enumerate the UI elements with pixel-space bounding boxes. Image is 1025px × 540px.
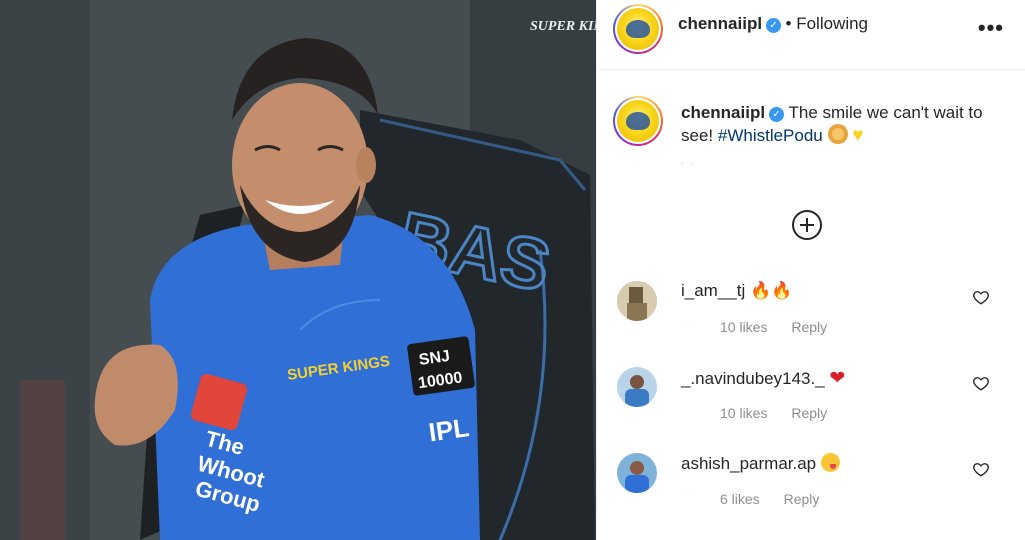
author-avatar[interactable] — [613, 4, 663, 54]
comment-likes[interactable]: 10 likes — [720, 319, 767, 335]
comment-item: ashish_parmar.ap · · 6 likes Reply — [597, 453, 1025, 539]
fire-emoji: 🔥🔥 — [750, 281, 793, 300]
load-more-comments-button[interactable] — [792, 210, 822, 240]
red-heart-emoji: ❤ — [829, 368, 846, 389]
comment-reply-button[interactable]: Reply — [791, 319, 827, 335]
comment-meta: 6 likes Reply — [720, 491, 839, 507]
comment-likes[interactable]: 6 likes — [720, 491, 760, 507]
post-photo-illustration: BAS BAS SUPER KINGS The Whoot Group SNJ — [0, 0, 596, 540]
post-caption: chennaiipl ✓ The smile we can't wait to s… — [681, 101, 991, 147]
comment-reply-button[interactable]: Reply — [791, 405, 827, 421]
author-username[interactable]: chennaiipl — [678, 14, 762, 33]
caption-verified-badge-icon: ✓ — [769, 107, 785, 122]
yum-emoji — [820, 453, 840, 472]
post-sidebar: chennaiipl ✓ • Following ••• chennaiipl ✓ … — [596, 0, 1025, 540]
yellow-heart-emoji: ♥ — [852, 125, 864, 146]
header-author-line: chennaiipl ✓ • Following — [678, 14, 868, 34]
commenter-avatar[interactable] — [617, 453, 657, 493]
comment-meta: 10 likes Reply — [720, 319, 847, 335]
comment-like-heart-icon[interactable] — [972, 374, 990, 392]
comment-username[interactable]: ashish_parmar.ap — [681, 454, 816, 473]
verified-badge-icon: ✓ — [766, 18, 782, 33]
caption-hashtag-link[interactable]: #WhistlePodu — [718, 126, 823, 145]
comment-text: ashish_parmar.ap — [681, 453, 840, 474]
comment-meta: 10 likes Reply — [720, 405, 847, 421]
comment-item: i_am__tj 🔥🔥 · · 10 likes Reply — [597, 281, 1025, 367]
comment-time-placeholder: · · — [681, 489, 697, 500]
post-photo[interactable]: BAS BAS SUPER KINGS The Whoot Group SNJ — [0, 0, 596, 540]
comment-like-heart-icon[interactable] — [972, 288, 990, 306]
lion-face-emoji — [827, 124, 848, 144]
comment-reply-button[interactable]: Reply — [784, 491, 820, 507]
comment-item: _.navindubey143._ ❤ 10 likes Reply — [597, 367, 1025, 453]
sleeve-ipl: IPL — [427, 412, 471, 447]
comment-likes[interactable]: 10 likes — [720, 405, 767, 421]
comment-text: _.navindubey143._ ❤ — [681, 367, 845, 390]
post-header: chennaiipl ✓ • Following ••• — [597, 0, 1025, 70]
comment-like-heart-icon[interactable] — [972, 460, 990, 478]
caption-author-avatar[interactable] — [613, 96, 663, 146]
comment-text: i_am__tj 🔥🔥 — [681, 281, 792, 301]
comment-time-placeholder: · · — [681, 317, 697, 328]
caption-username[interactable]: chennaiipl — [681, 103, 765, 122]
watermark-logo: SUPER KINGS — [530, 19, 596, 34]
caption-timestamp-placeholder: · · — [681, 158, 697, 169]
following-button[interactable]: • Following — [786, 14, 869, 33]
comment-username[interactable]: _.navindubey143._ — [681, 369, 825, 388]
comment-username[interactable]: i_am__tj — [681, 281, 745, 300]
more-options-icon[interactable]: ••• — [978, 15, 1004, 41]
commenter-avatar[interactable] — [617, 281, 657, 321]
commenter-avatar[interactable] — [617, 367, 657, 407]
